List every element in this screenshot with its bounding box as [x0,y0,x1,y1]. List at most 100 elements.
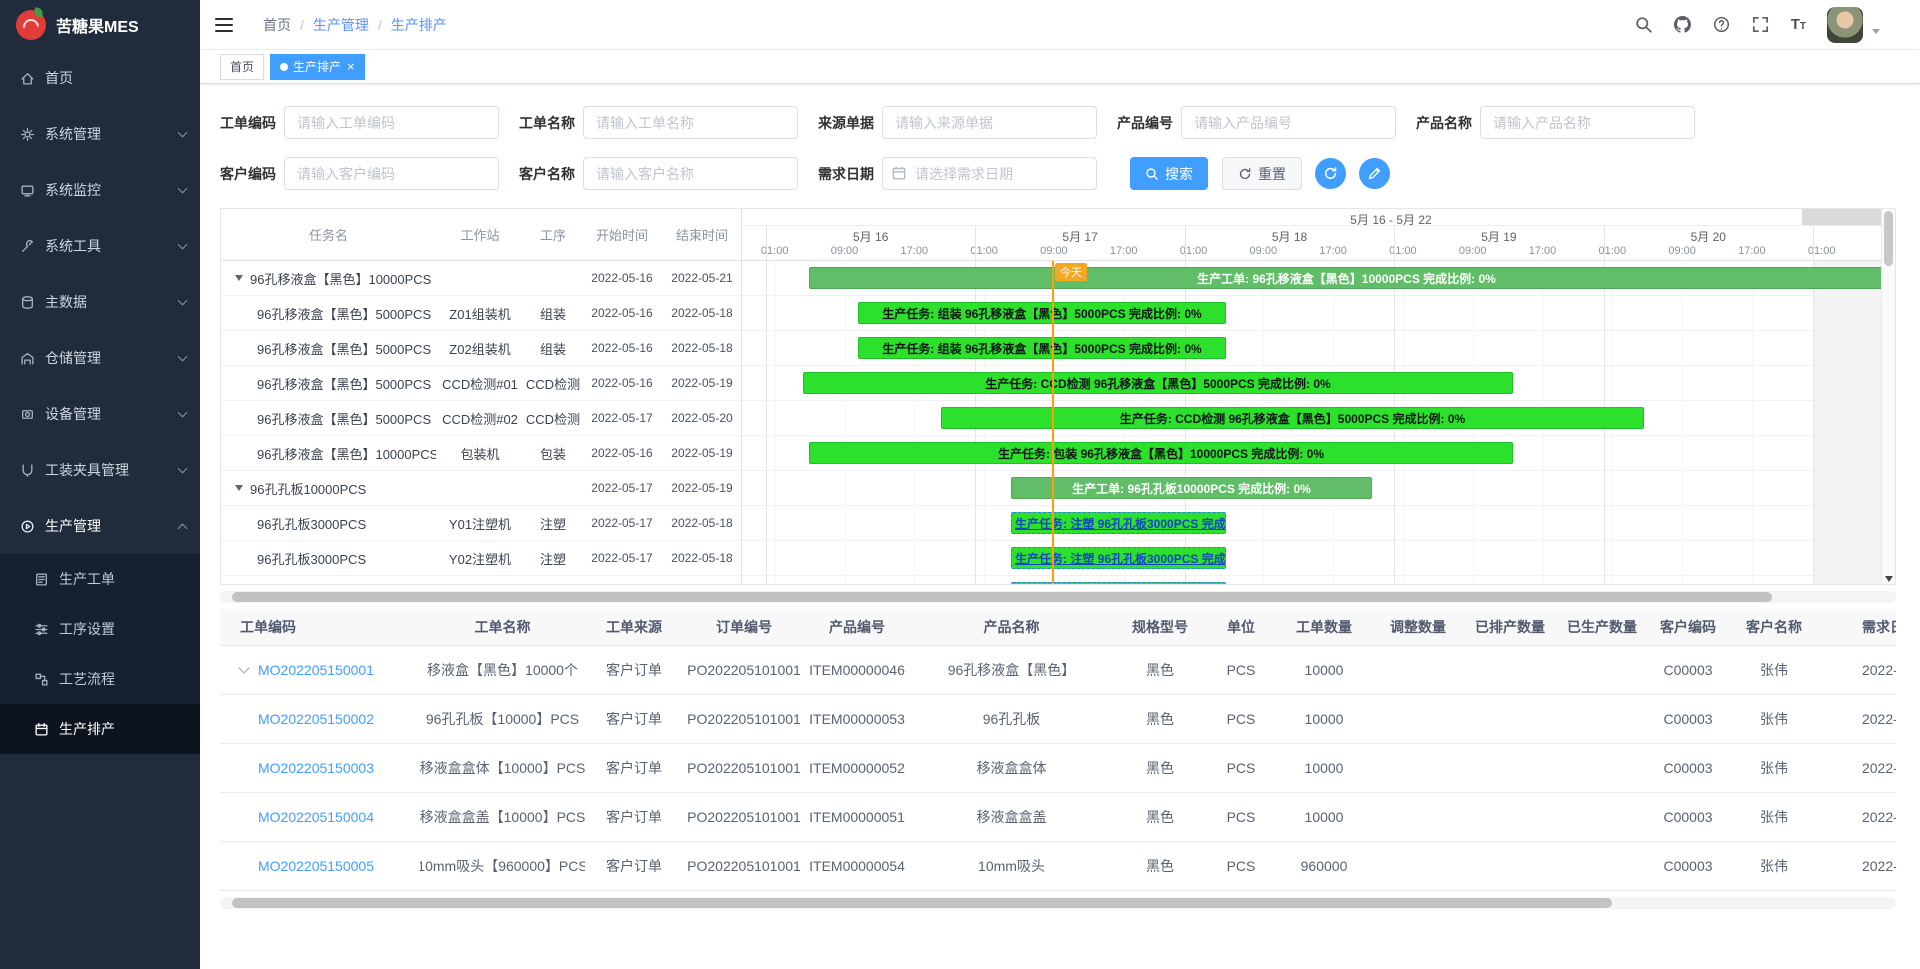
cell-qty: 10000 [1276,793,1372,841]
workstation-cell: Y03注塑机 [436,584,524,585]
gantt-bar-work-order[interactable]: 生产工单: 96孔移液盒【黑色】10000PCS 完成比例: 0% [809,267,1881,289]
font-size-icon[interactable]: TT [1791,17,1806,32]
sidebar-item-production-work-order[interactable]: 生产工单 [0,554,200,604]
breadcrumb-item[interactable]: 生产管理 [313,15,369,35]
gantt-task-row[interactable]: 96孔移液盒【黑色】5000PCSCCD检测#01CCD检测2022-05-16… [221,366,741,401]
collapse-arrow-icon[interactable] [235,275,243,281]
collapse-arrow-icon[interactable] [235,485,243,491]
order-code-link[interactable]: MO202205150003 [258,760,374,776]
sidebar-item-process-flow[interactable]: 工艺流程 [0,654,200,704]
gantt-task-row[interactable]: 96孔移液盒【黑色】5000PCSZ02组装机组装2022-05-162022-… [221,331,741,366]
sidebar-item-system-management[interactable]: 系统管理 [0,106,200,162]
sidebar-item-system-monitor[interactable]: 系统监控 [0,162,200,218]
order-code-link[interactable]: MO202205150001 [258,662,374,678]
gantt-bar-work-order[interactable]: 生产工单: 96孔孔板10000PCS 完成比例: 0% [1011,477,1372,499]
order-code-link[interactable]: MO202205150002 [258,711,374,727]
gantt-bar-task[interactable]: 生产任务: 组装 96孔移液盒【黑色】5000PCS 完成比例: 0% [858,337,1226,359]
help-icon[interactable] [1713,16,1731,34]
order-row[interactable]: MO202205150001移液盒【黑色】10000个客户订单PO2022051… [220,646,1896,695]
sidebar-item-system-tools[interactable]: 系统工具 [0,218,200,274]
orders-column-name: 工单名称 [420,609,585,645]
github-icon[interactable] [1674,16,1692,34]
tab-close-icon[interactable]: × [347,60,355,73]
gantt-bar-label: 生产任务: CCD检测 96孔移液盒【黑色】5000PCS 完成比例: 0% [985,375,1330,392]
scrollbar-thumb[interactable] [1884,211,1893,266]
scrollbar-down-arrow-icon[interactable] [1885,576,1893,582]
tab-label: 生产排产 [293,58,341,75]
cell-unit: PCS [1206,744,1276,792]
sidebar-item-fixture-management[interactable]: 工装夹具管理 [0,442,200,498]
source-document-input[interactable] [882,106,1097,139]
scrollbar-thumb[interactable] [232,898,1612,908]
work-order-code-input[interactable] [284,106,499,139]
gantt-vertical-scrollbar[interactable] [1881,209,1895,584]
gantt-bar-task[interactable]: 生产任务: CCD检测 96孔移液盒【黑色】5000PCS 完成比例: 0% [941,407,1644,429]
sidebar-item-production-management[interactable]: 生产管理 [0,498,200,554]
scrollbar-thumb[interactable] [232,592,1772,602]
gantt-task-row[interactable]: 96孔孔板3000PCSY02注塑机注塑2022-05-172022-05-18 [221,541,741,576]
gantt-bar-task[interactable]: 生产任务: 注塑 96孔孔板3000PCS 完成比例: 0% [1011,547,1226,569]
demand-date-input[interactable] [882,157,1097,190]
refresh-circle-button[interactable] [1315,158,1346,189]
tab-production-scheduling[interactable]: 生产排产 × [270,54,365,80]
hamburger-menu-icon[interactable] [215,18,233,32]
cell-order_no: PO202205101001 [683,842,805,890]
order-row[interactable]: MO20220515000510mm吸头【960000】PCS客户订单PO202… [220,842,1896,891]
reset-button[interactable]: 重置 [1222,157,1302,190]
breadcrumb-item[interactable]: 首页 [263,15,291,35]
customer-code-input[interactable] [284,157,499,190]
search-button[interactable]: 搜索 [1130,157,1208,190]
gantt-task-row[interactable]: 96孔孔板3000PCSY03注塑机注塑2022-05-172022-05-18 [221,576,741,584]
gantt-task-row[interactable]: 96孔孔板10000PCS2022-05-172022-05-19 [221,471,741,506]
sidebar-item-master-data[interactable]: 主数据 [0,274,200,330]
table-horizontal-scrollbar[interactable] [220,897,1896,909]
edit-circle-button[interactable] [1359,158,1390,189]
search-icon[interactable] [1635,16,1653,34]
order-row[interactable]: MO20220515000296孔孔板【10000】PCS客户订单PO20220… [220,695,1896,744]
cell-customer_name: 张伟 [1728,744,1820,792]
gantt-bar-task[interactable]: 生产任务: 组装 96孔移液盒【黑色】5000PCS 完成比例: 0% [858,302,1226,324]
expand-row-icon[interactable] [238,662,249,673]
gantt-bar-task[interactable]: 生产任务: 包装 96孔移液盒【黑色】10000PCS 完成比例: 0% [809,442,1513,464]
database-icon [20,295,35,310]
fullscreen-icon[interactable] [1752,16,1770,34]
sidebar-item-home[interactable]: 首页 [0,50,200,106]
gantt-task-row[interactable]: 96孔移液盒【黑色】10000PCS包装机包装2022-05-162022-05… [221,436,741,471]
app-logo[interactable]: 苦糖果MES [0,0,200,50]
timeline-day-label: 5月 17 [1062,228,1097,245]
gantt-bar-task[interactable]: 生产任务: 注塑 96孔孔板3000PCS 完成比例: 0% [1011,582,1226,584]
cell-demand_date: 2022-05- [1820,842,1896,890]
search-icon [1145,167,1159,181]
sidebar-item-equipment-management[interactable]: 设备管理 [0,386,200,442]
cell-adjust_qty [1372,793,1464,841]
tab-home[interactable]: 首页 [220,54,264,80]
user-avatar[interactable] [1827,7,1863,43]
user-dropdown-caret-icon[interactable] [1872,29,1880,34]
gantt-task-row[interactable]: 96孔孔板3000PCSY01注塑机注塑2022-05-172022-05-18 [221,506,741,541]
sidebar-item-warehouse-management[interactable]: 仓储管理 [0,330,200,386]
end-time-cell: 2022-05-19 [662,376,741,390]
product-code-input[interactable] [1181,106,1396,139]
gantt-bar-task[interactable]: 生产任务: 注塑 96孔孔板3000PCS 完成比例: 0% [1011,512,1226,534]
customer-name-input[interactable] [583,157,798,190]
sidebar-item-process-settings[interactable]: 工序设置 [0,604,200,654]
order-row[interactable]: MO202205150003移液盒盒体【10000】PCS客户订单PO20220… [220,744,1896,793]
timeline-header: 5月 16 - 5月 225月 165月 175月 185月 195月 2001… [742,209,1881,261]
start-time-cell: 2022-05-17 [582,551,662,565]
gantt-task-row[interactable]: 96孔移液盒【黑色】5000PCSZ01组装机组装2022-05-162022-… [221,296,741,331]
gantt-bar-task[interactable]: 生产任务: CCD检测 96孔移液盒【黑色】5000PCS 完成比例: 0% [803,372,1513,394]
process-cell: 注塑 [524,584,582,585]
chevron-down-icon [178,408,188,418]
order-code-link[interactable]: MO202205150004 [258,809,374,825]
gantt-task-row[interactable]: 96孔移液盒【黑色】10000PCS2022-05-162022-05-21 [221,261,741,296]
gantt-task-row[interactable]: 96孔移液盒【黑色】5000PCSCCD检测#02CCD检测2022-05-17… [221,401,741,436]
order-code-link[interactable]: MO202205150005 [258,858,374,874]
gantt-horizontal-scrollbar[interactable] [220,591,1896,603]
order-row[interactable]: MO202205150004移液盒盒盖【10000】PCS客户订单PO20220… [220,793,1896,842]
product-name-input[interactable] [1480,106,1695,139]
timeline-hour-label: 09:00 [831,245,859,257]
cell-order_no: PO202205101001 [683,695,805,743]
sidebar-item-production-scheduling[interactable]: 生产排产 [0,704,200,754]
today-badge: 今天 [1055,263,1087,281]
work-order-name-input[interactable] [583,106,798,139]
